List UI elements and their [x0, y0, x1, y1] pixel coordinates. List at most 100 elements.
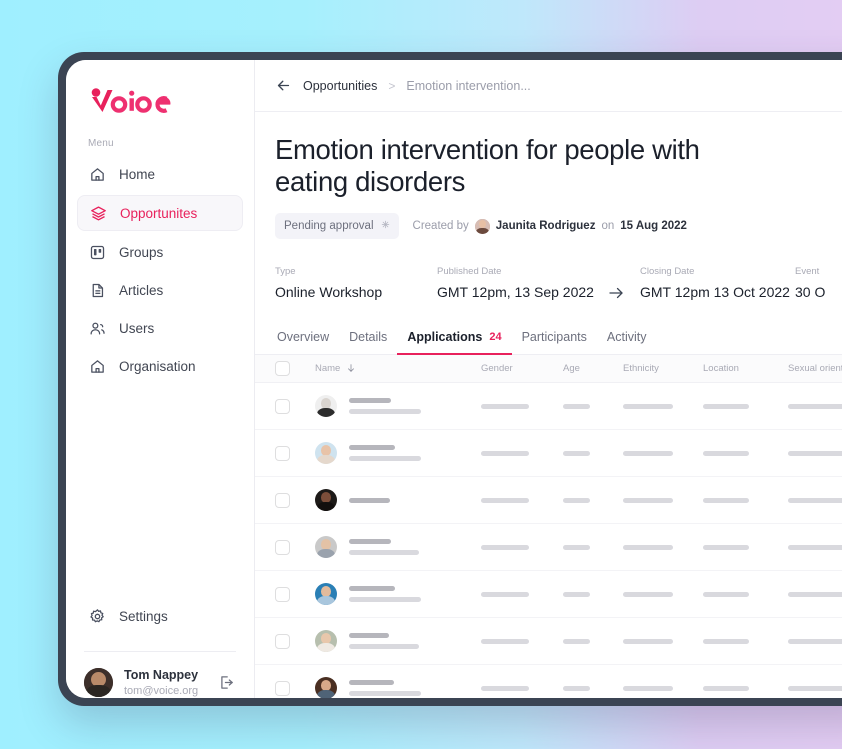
tab-details[interactable]: Details	[339, 330, 397, 355]
column-header-ethnicity[interactable]: Ethnicity	[623, 363, 703, 374]
applications-table: Name Gender Age Ethnicity Location Sexua…	[255, 355, 842, 698]
tab-label: Overview	[277, 330, 330, 345]
sidebar-item-home[interactable]: Home	[77, 157, 243, 191]
row-select-cell	[275, 398, 315, 414]
gender-cell	[481, 544, 563, 550]
row-select-cell	[275, 680, 315, 696]
created-prefix: Created by	[412, 220, 469, 233]
gender-cell	[481, 497, 563, 503]
layers-icon	[89, 204, 107, 222]
voice-logo-icon	[91, 88, 171, 113]
created-author[interactable]: Jaunita Rodriguez	[496, 220, 596, 232]
arrow-right-icon	[592, 266, 640, 302]
row-select-cell	[275, 539, 315, 555]
table-body	[255, 383, 842, 698]
table-row[interactable]	[255, 383, 842, 431]
ethnicity-cell	[623, 591, 703, 597]
sidebar-nav: Home Opportunites Groups Articles Users …	[66, 157, 254, 387]
user-email: tom@voice.org	[124, 684, 199, 697]
column-header-gender[interactable]: Gender	[481, 363, 563, 374]
logout-icon[interactable]	[218, 674, 236, 692]
status-badge[interactable]: Pending approval	[275, 213, 399, 240]
fact-value: GMT 12pm, 13 Sep 2022	[437, 284, 594, 301]
table-row[interactable]	[255, 524, 842, 572]
sparkle-icon	[381, 220, 390, 232]
table-row[interactable]	[255, 430, 842, 478]
name-skeleton	[349, 445, 421, 462]
created-by-line: Created by Jaunita Rodriguez on 15 Aug 2…	[412, 218, 687, 234]
main-content: Opportunities > Emotion intervention... …	[255, 60, 842, 698]
home-icon	[88, 165, 106, 183]
gender-cell	[481, 591, 563, 597]
breadcrumb-parent[interactable]: Opportunities	[303, 79, 377, 93]
tab-activity[interactable]: Activity	[597, 330, 657, 355]
row-select-cell	[275, 492, 315, 508]
sidebar-item-opportunites[interactable]: Opportunites	[77, 195, 243, 231]
name-cell	[315, 536, 481, 559]
sidebar-user-card[interactable]: Tom Nappey tom@voice.org	[66, 652, 254, 698]
column-header-name[interactable]: Name	[315, 363, 340, 374]
sidebar: Menu Home Opportunites Groups Articles U…	[66, 60, 255, 698]
name-skeleton	[349, 633, 419, 650]
sexual-orientation-cell	[788, 403, 842, 409]
brand-logo[interactable]	[66, 60, 254, 116]
table-row[interactable]	[255, 477, 842, 525]
sidebar-item-label: Organisation	[119, 358, 196, 374]
gender-cell	[481, 685, 563, 691]
row-checkbox[interactable]	[275, 680, 290, 696]
fact-label: Type	[275, 266, 296, 278]
sidebar-item-label: Articles	[119, 282, 164, 298]
row-checkbox[interactable]	[275, 445, 290, 461]
row-checkbox[interactable]	[275, 586, 290, 602]
building-icon	[88, 357, 106, 375]
location-cell	[703, 450, 788, 456]
fact-type: Type Online Workshop	[275, 266, 437, 300]
name-cell	[315, 583, 481, 606]
menu-section-label: Menu	[88, 138, 114, 149]
sidebar-item-organisation[interactable]: Organisation	[77, 349, 243, 383]
table-row[interactable]	[255, 571, 842, 619]
fact-label: Closing Date	[640, 266, 695, 278]
fact-closing-date: Closing Date GMT 12pm 13 Oct 2022	[640, 266, 795, 300]
row-checkbox[interactable]	[275, 633, 290, 649]
ethnicity-cell	[623, 403, 703, 409]
sexual-orientation-cell	[788, 638, 842, 644]
location-cell	[703, 544, 788, 550]
sidebar-item-groups[interactable]: Groups	[77, 235, 243, 269]
created-joiner: on	[601, 220, 615, 233]
name-cell	[315, 630, 481, 653]
age-cell	[563, 638, 623, 644]
tab-overview[interactable]: Overview	[275, 330, 339, 355]
avatar	[315, 630, 337, 653]
location-cell	[703, 685, 788, 691]
row-select-cell	[275, 586, 315, 602]
arrow-left-icon[interactable]	[275, 77, 292, 94]
row-checkbox[interactable]	[275, 539, 290, 555]
sidebar-item-label: Home	[119, 166, 156, 182]
column-header-sexual-orientation[interactable]: Sexual orientation	[788, 363, 842, 374]
fact-label: Event	[795, 266, 820, 278]
column-header-age[interactable]: Age	[563, 363, 623, 374]
name-cell	[315, 442, 481, 465]
column-header-location[interactable]: Location	[703, 363, 788, 374]
table-row[interactable]	[255, 665, 842, 698]
row-checkbox[interactable]	[275, 492, 290, 508]
row-checkbox[interactable]	[275, 398, 290, 414]
device-frame: Menu Home Opportunites Groups Articles U…	[58, 52, 842, 706]
tab-participants[interactable]: Participants	[512, 330, 597, 355]
sidebar-item-users[interactable]: Users	[77, 311, 243, 345]
age-cell	[563, 497, 623, 503]
breadcrumb-current[interactable]: Emotion intervention...	[406, 79, 530, 93]
ethnicity-cell	[623, 638, 703, 644]
sidebar-item-settings[interactable]: Settings	[66, 599, 254, 633]
location-cell	[703, 591, 788, 597]
location-cell	[703, 638, 788, 644]
tab-applications[interactable]: Applications 24	[397, 330, 512, 356]
table-row[interactable]	[255, 618, 842, 666]
document-icon	[88, 281, 106, 299]
select-all-checkbox[interactable]	[275, 361, 290, 377]
arrow-down-icon[interactable]	[346, 360, 356, 378]
fact-event: Event 30 O	[795, 266, 842, 300]
sidebar-item-articles[interactable]: Articles	[77, 273, 243, 307]
name-skeleton	[349, 539, 419, 556]
